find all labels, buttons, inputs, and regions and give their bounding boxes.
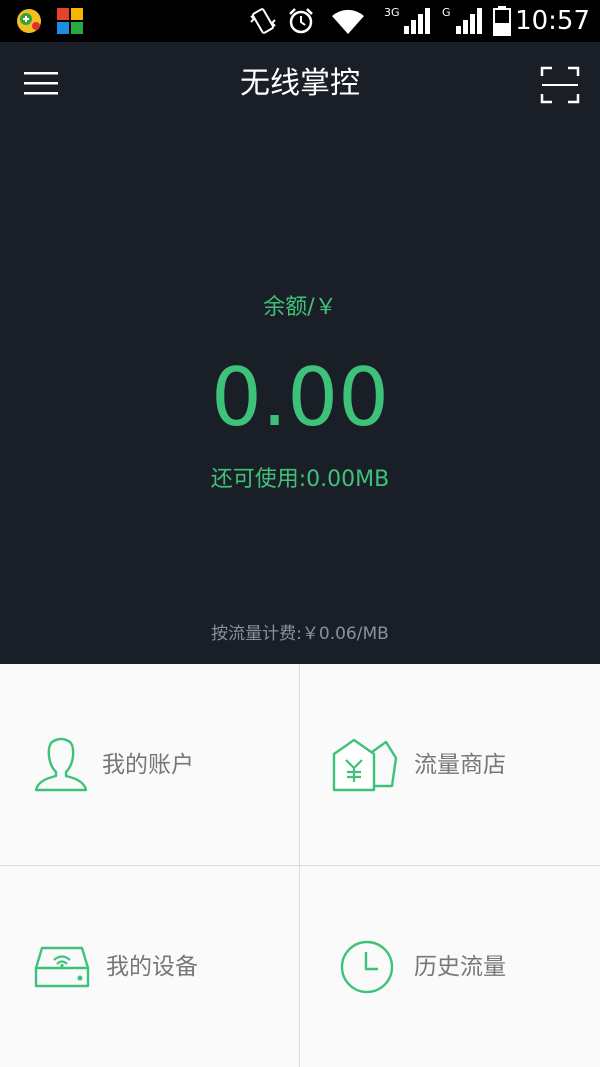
balance-label: 余额/￥	[263, 295, 337, 320]
history-traffic-label: 历史流量	[414, 954, 506, 980]
balance-amount: 0.00	[210, 351, 390, 444]
my-account-button[interactable]: 我的账户	[0, 664, 299, 865]
my-account-label: 我的账户	[102, 752, 194, 778]
app-title: 无线掌控	[240, 66, 360, 101]
colorful-app-icon	[56, 7, 84, 39]
status-bar: 3G G 10:57	[0, 0, 600, 42]
feature-grid: 我的账户 流量商店 我的设备 历史流量	[0, 664, 600, 1067]
vibrate-icon	[248, 6, 278, 40]
user-icon	[32, 736, 90, 794]
traffic-shop-button[interactable]: 流量商店	[300, 664, 599, 865]
scan-icon[interactable]	[538, 64, 582, 106]
game-app-icon	[14, 6, 46, 40]
network-3g-label: 3G	[384, 6, 400, 19]
battery-icon	[492, 5, 512, 41]
remaining-data: 还可使用:0.00MB	[210, 467, 390, 492]
alarm-icon	[286, 6, 316, 40]
wifi-icon	[330, 8, 366, 40]
billing-rate: 按流量计费:￥0.06/MB	[211, 624, 389, 644]
my-device-button[interactable]: 我的设备	[0, 866, 299, 1067]
network-g-label: G	[442, 6, 451, 19]
my-device-label: 我的设备	[106, 954, 198, 980]
clock-icon	[338, 938, 396, 996]
router-icon	[32, 938, 92, 996]
signal-g-icon: G	[442, 4, 486, 40]
history-traffic-button[interactable]: 历史流量	[300, 866, 599, 1067]
status-clock: 10:57	[515, 6, 590, 36]
signal-3g-icon: 3G	[384, 4, 432, 40]
traffic-shop-label: 流量商店	[414, 752, 506, 778]
balance-header: 无线掌控 余额/￥ 0.00 还可使用:0.00MB 按流量计费:￥0.06/M…	[0, 42, 600, 664]
shop-icon	[332, 736, 398, 794]
